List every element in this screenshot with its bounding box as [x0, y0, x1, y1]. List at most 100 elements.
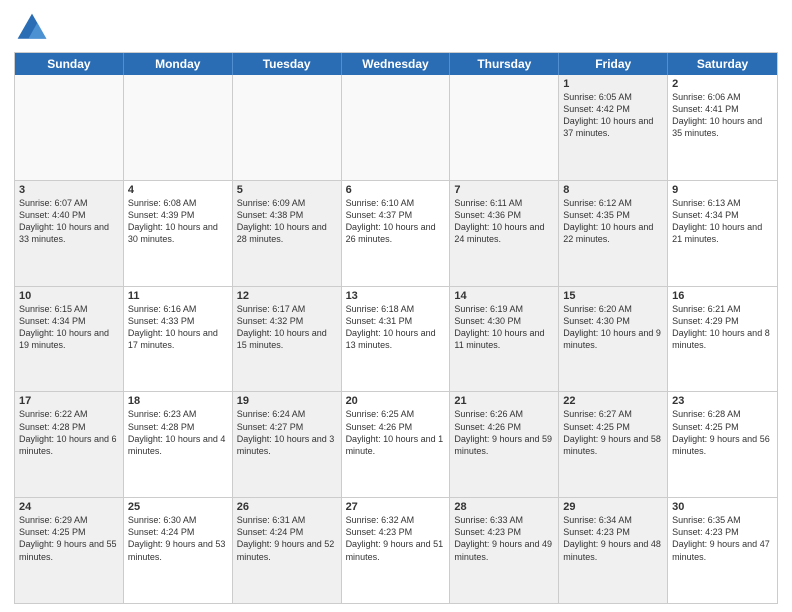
- day-number-25: 25: [128, 501, 228, 513]
- day-info-13: Sunrise: 6:18 AM Sunset: 4:31 PM Dayligh…: [346, 303, 446, 352]
- logo: [14, 10, 54, 46]
- day-info-24: Sunrise: 6:29 AM Sunset: 4:25 PM Dayligh…: [19, 514, 119, 563]
- day-info-14: Sunrise: 6:19 AM Sunset: 4:30 PM Dayligh…: [454, 303, 554, 352]
- day-cell-9: 9Sunrise: 6:13 AM Sunset: 4:34 PM Daylig…: [668, 181, 777, 286]
- day-number-21: 21: [454, 395, 554, 407]
- day-number-15: 15: [563, 290, 663, 302]
- day-info-17: Sunrise: 6:22 AM Sunset: 4:28 PM Dayligh…: [19, 408, 119, 457]
- day-info-26: Sunrise: 6:31 AM Sunset: 4:24 PM Dayligh…: [237, 514, 337, 563]
- day-info-3: Sunrise: 6:07 AM Sunset: 4:40 PM Dayligh…: [19, 197, 119, 246]
- day-cell-2: 2Sunrise: 6:06 AM Sunset: 4:41 PM Daylig…: [668, 75, 777, 180]
- day-number-30: 30: [672, 501, 773, 513]
- day-number-20: 20: [346, 395, 446, 407]
- calendar-row-2: 10Sunrise: 6:15 AM Sunset: 4:34 PM Dayli…: [15, 287, 777, 393]
- calendar: SundayMondayTuesdayWednesdayThursdayFrid…: [14, 52, 778, 604]
- day-cell-17: 17Sunrise: 6:22 AM Sunset: 4:28 PM Dayli…: [15, 392, 124, 497]
- day-cell-29: 29Sunrise: 6:34 AM Sunset: 4:23 PM Dayli…: [559, 498, 668, 603]
- day-number-8: 8: [563, 184, 663, 196]
- page: SundayMondayTuesdayWednesdayThursdayFrid…: [0, 0, 792, 612]
- day-number-12: 12: [237, 290, 337, 302]
- day-cell-25: 25Sunrise: 6:30 AM Sunset: 4:24 PM Dayli…: [124, 498, 233, 603]
- day-cell-16: 16Sunrise: 6:21 AM Sunset: 4:29 PM Dayli…: [668, 287, 777, 392]
- day-number-11: 11: [128, 290, 228, 302]
- day-info-27: Sunrise: 6:32 AM Sunset: 4:23 PM Dayligh…: [346, 514, 446, 563]
- day-number-29: 29: [563, 501, 663, 513]
- empty-cell-r0c4: [450, 75, 559, 180]
- day-cell-15: 15Sunrise: 6:20 AM Sunset: 4:30 PM Dayli…: [559, 287, 668, 392]
- empty-cell-r0c0: [15, 75, 124, 180]
- day-info-15: Sunrise: 6:20 AM Sunset: 4:30 PM Dayligh…: [563, 303, 663, 352]
- day-cell-3: 3Sunrise: 6:07 AM Sunset: 4:40 PM Daylig…: [15, 181, 124, 286]
- day-number-2: 2: [672, 78, 773, 90]
- day-info-21: Sunrise: 6:26 AM Sunset: 4:26 PM Dayligh…: [454, 408, 554, 457]
- day-number-4: 4: [128, 184, 228, 196]
- day-cell-11: 11Sunrise: 6:16 AM Sunset: 4:33 PM Dayli…: [124, 287, 233, 392]
- day-cell-5: 5Sunrise: 6:09 AM Sunset: 4:38 PM Daylig…: [233, 181, 342, 286]
- day-cell-8: 8Sunrise: 6:12 AM Sunset: 4:35 PM Daylig…: [559, 181, 668, 286]
- day-number-19: 19: [237, 395, 337, 407]
- day-number-9: 9: [672, 184, 773, 196]
- day-number-14: 14: [454, 290, 554, 302]
- day-cell-22: 22Sunrise: 6:27 AM Sunset: 4:25 PM Dayli…: [559, 392, 668, 497]
- day-cell-28: 28Sunrise: 6:33 AM Sunset: 4:23 PM Dayli…: [450, 498, 559, 603]
- day-number-10: 10: [19, 290, 119, 302]
- day-info-7: Sunrise: 6:11 AM Sunset: 4:36 PM Dayligh…: [454, 197, 554, 246]
- day-info-29: Sunrise: 6:34 AM Sunset: 4:23 PM Dayligh…: [563, 514, 663, 563]
- calendar-row-0: 1Sunrise: 6:05 AM Sunset: 4:42 PM Daylig…: [15, 75, 777, 181]
- day-cell-14: 14Sunrise: 6:19 AM Sunset: 4:30 PM Dayli…: [450, 287, 559, 392]
- day-info-5: Sunrise: 6:09 AM Sunset: 4:38 PM Dayligh…: [237, 197, 337, 246]
- day-cell-18: 18Sunrise: 6:23 AM Sunset: 4:28 PM Dayli…: [124, 392, 233, 497]
- weekday-header-saturday: Saturday: [668, 53, 777, 75]
- day-cell-20: 20Sunrise: 6:25 AM Sunset: 4:26 PM Dayli…: [342, 392, 451, 497]
- day-cell-27: 27Sunrise: 6:32 AM Sunset: 4:23 PM Dayli…: [342, 498, 451, 603]
- day-info-1: Sunrise: 6:05 AM Sunset: 4:42 PM Dayligh…: [563, 91, 663, 140]
- day-info-12: Sunrise: 6:17 AM Sunset: 4:32 PM Dayligh…: [237, 303, 337, 352]
- day-number-22: 22: [563, 395, 663, 407]
- day-info-8: Sunrise: 6:12 AM Sunset: 4:35 PM Dayligh…: [563, 197, 663, 246]
- weekday-header-tuesday: Tuesday: [233, 53, 342, 75]
- day-info-2: Sunrise: 6:06 AM Sunset: 4:41 PM Dayligh…: [672, 91, 773, 140]
- day-cell-24: 24Sunrise: 6:29 AM Sunset: 4:25 PM Dayli…: [15, 498, 124, 603]
- empty-cell-r0c2: [233, 75, 342, 180]
- weekday-header-thursday: Thursday: [450, 53, 559, 75]
- day-info-10: Sunrise: 6:15 AM Sunset: 4:34 PM Dayligh…: [19, 303, 119, 352]
- day-info-25: Sunrise: 6:30 AM Sunset: 4:24 PM Dayligh…: [128, 514, 228, 563]
- day-cell-4: 4Sunrise: 6:08 AM Sunset: 4:39 PM Daylig…: [124, 181, 233, 286]
- day-number-17: 17: [19, 395, 119, 407]
- calendar-row-4: 24Sunrise: 6:29 AM Sunset: 4:25 PM Dayli…: [15, 498, 777, 603]
- header: [14, 10, 778, 46]
- calendar-row-1: 3Sunrise: 6:07 AM Sunset: 4:40 PM Daylig…: [15, 181, 777, 287]
- calendar-body: 1Sunrise: 6:05 AM Sunset: 4:42 PM Daylig…: [15, 75, 777, 603]
- day-info-28: Sunrise: 6:33 AM Sunset: 4:23 PM Dayligh…: [454, 514, 554, 563]
- day-info-23: Sunrise: 6:28 AM Sunset: 4:25 PM Dayligh…: [672, 408, 773, 457]
- logo-icon: [14, 10, 50, 46]
- weekday-header-friday: Friday: [559, 53, 668, 75]
- day-number-24: 24: [19, 501, 119, 513]
- day-info-16: Sunrise: 6:21 AM Sunset: 4:29 PM Dayligh…: [672, 303, 773, 352]
- day-number-7: 7: [454, 184, 554, 196]
- day-info-20: Sunrise: 6:25 AM Sunset: 4:26 PM Dayligh…: [346, 408, 446, 457]
- calendar-row-3: 17Sunrise: 6:22 AM Sunset: 4:28 PM Dayli…: [15, 392, 777, 498]
- day-number-18: 18: [128, 395, 228, 407]
- weekday-header-sunday: Sunday: [15, 53, 124, 75]
- weekday-header-wednesday: Wednesday: [342, 53, 451, 75]
- day-cell-10: 10Sunrise: 6:15 AM Sunset: 4:34 PM Dayli…: [15, 287, 124, 392]
- day-number-16: 16: [672, 290, 773, 302]
- day-cell-12: 12Sunrise: 6:17 AM Sunset: 4:32 PM Dayli…: [233, 287, 342, 392]
- day-number-6: 6: [346, 184, 446, 196]
- day-number-1: 1: [563, 78, 663, 90]
- day-info-22: Sunrise: 6:27 AM Sunset: 4:25 PM Dayligh…: [563, 408, 663, 457]
- day-info-19: Sunrise: 6:24 AM Sunset: 4:27 PM Dayligh…: [237, 408, 337, 457]
- day-info-11: Sunrise: 6:16 AM Sunset: 4:33 PM Dayligh…: [128, 303, 228, 352]
- day-cell-6: 6Sunrise: 6:10 AM Sunset: 4:37 PM Daylig…: [342, 181, 451, 286]
- day-cell-30: 30Sunrise: 6:35 AM Sunset: 4:23 PM Dayli…: [668, 498, 777, 603]
- day-info-9: Sunrise: 6:13 AM Sunset: 4:34 PM Dayligh…: [672, 197, 773, 246]
- day-info-18: Sunrise: 6:23 AM Sunset: 4:28 PM Dayligh…: [128, 408, 228, 457]
- weekday-header-monday: Monday: [124, 53, 233, 75]
- day-cell-13: 13Sunrise: 6:18 AM Sunset: 4:31 PM Dayli…: [342, 287, 451, 392]
- day-cell-19: 19Sunrise: 6:24 AM Sunset: 4:27 PM Dayli…: [233, 392, 342, 497]
- day-number-26: 26: [237, 501, 337, 513]
- empty-cell-r0c1: [124, 75, 233, 180]
- day-number-23: 23: [672, 395, 773, 407]
- day-number-3: 3: [19, 184, 119, 196]
